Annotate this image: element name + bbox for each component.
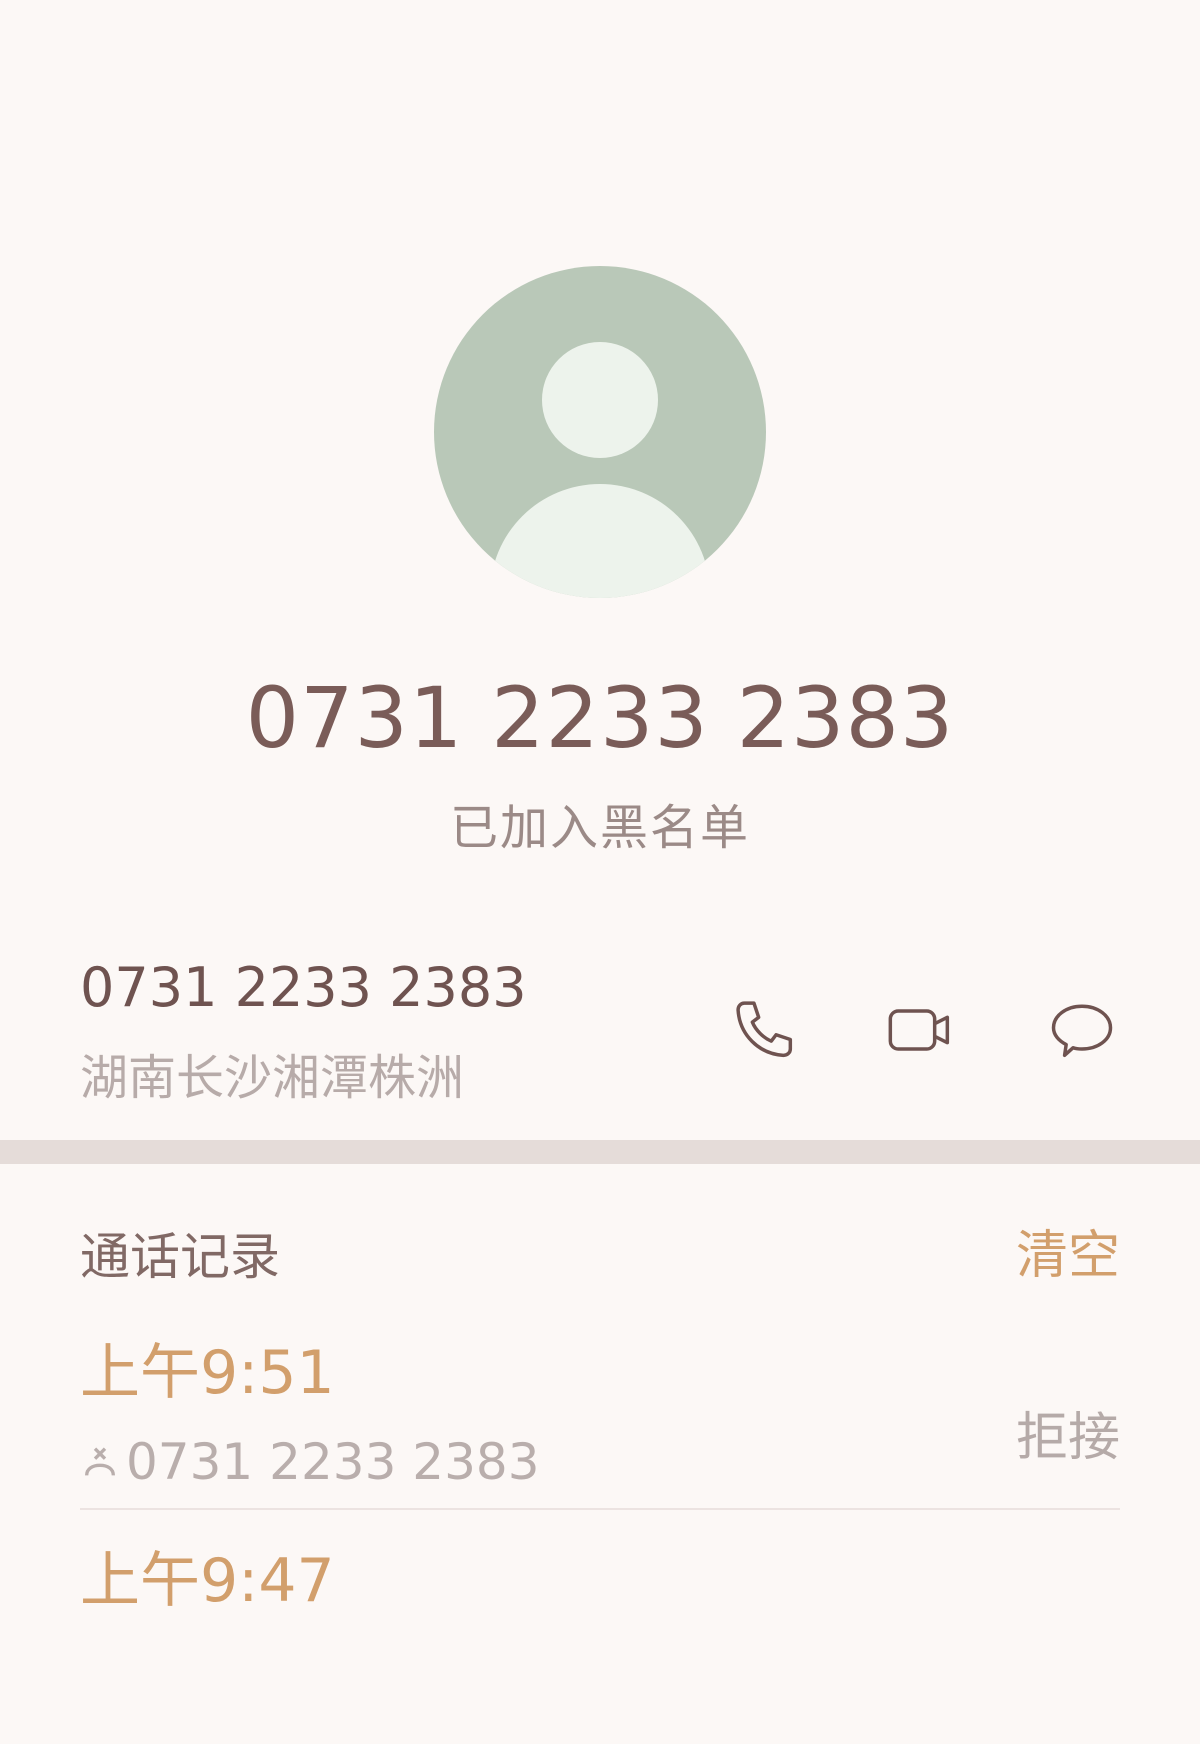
avatar-body-shape bbox=[490, 484, 710, 598]
video-call-button[interactable] bbox=[884, 992, 960, 1068]
message-bubble-icon bbox=[1051, 1004, 1113, 1058]
call-detail: 0731 2233 2383 bbox=[80, 1432, 540, 1492]
contact-avatar bbox=[434, 266, 766, 598]
phone-icon bbox=[736, 1001, 793, 1058]
section-divider bbox=[0, 1140, 1200, 1164]
call-result: 拒接 bbox=[1015, 1408, 1120, 1468]
row-separator bbox=[80, 1508, 1120, 1510]
call-log-row[interactable]: 上午9:47 bbox=[80, 1544, 1120, 1744]
blacklist-status: 已加入黑名单 bbox=[449, 800, 750, 856]
clear-call-log-button[interactable]: 清空 bbox=[1016, 1224, 1120, 1288]
call-time: 上午9:47 bbox=[80, 1546, 335, 1616]
message-button[interactable] bbox=[1044, 992, 1120, 1068]
avatar-head-shape bbox=[542, 342, 658, 458]
call-button[interactable] bbox=[727, 992, 803, 1068]
phone-location: 湖南长沙湘潭株洲 bbox=[80, 1050, 465, 1106]
contact-title-number: 0731 2233 2383 bbox=[245, 669, 955, 767]
call-log-row[interactable]: 上午9:51 0731 2233 2383 拒接 bbox=[80, 1336, 1120, 1536]
blocked-call-icon bbox=[85, 1447, 115, 1476]
call-number: 0731 2233 2383 bbox=[126, 1433, 540, 1491]
call-log-title: 通话记录 bbox=[80, 1228, 280, 1286]
phone-number[interactable]: 0731 2233 2383 bbox=[80, 955, 527, 1021]
call-time: 上午9:51 bbox=[80, 1338, 335, 1408]
video-camera-icon bbox=[888, 1009, 950, 1051]
